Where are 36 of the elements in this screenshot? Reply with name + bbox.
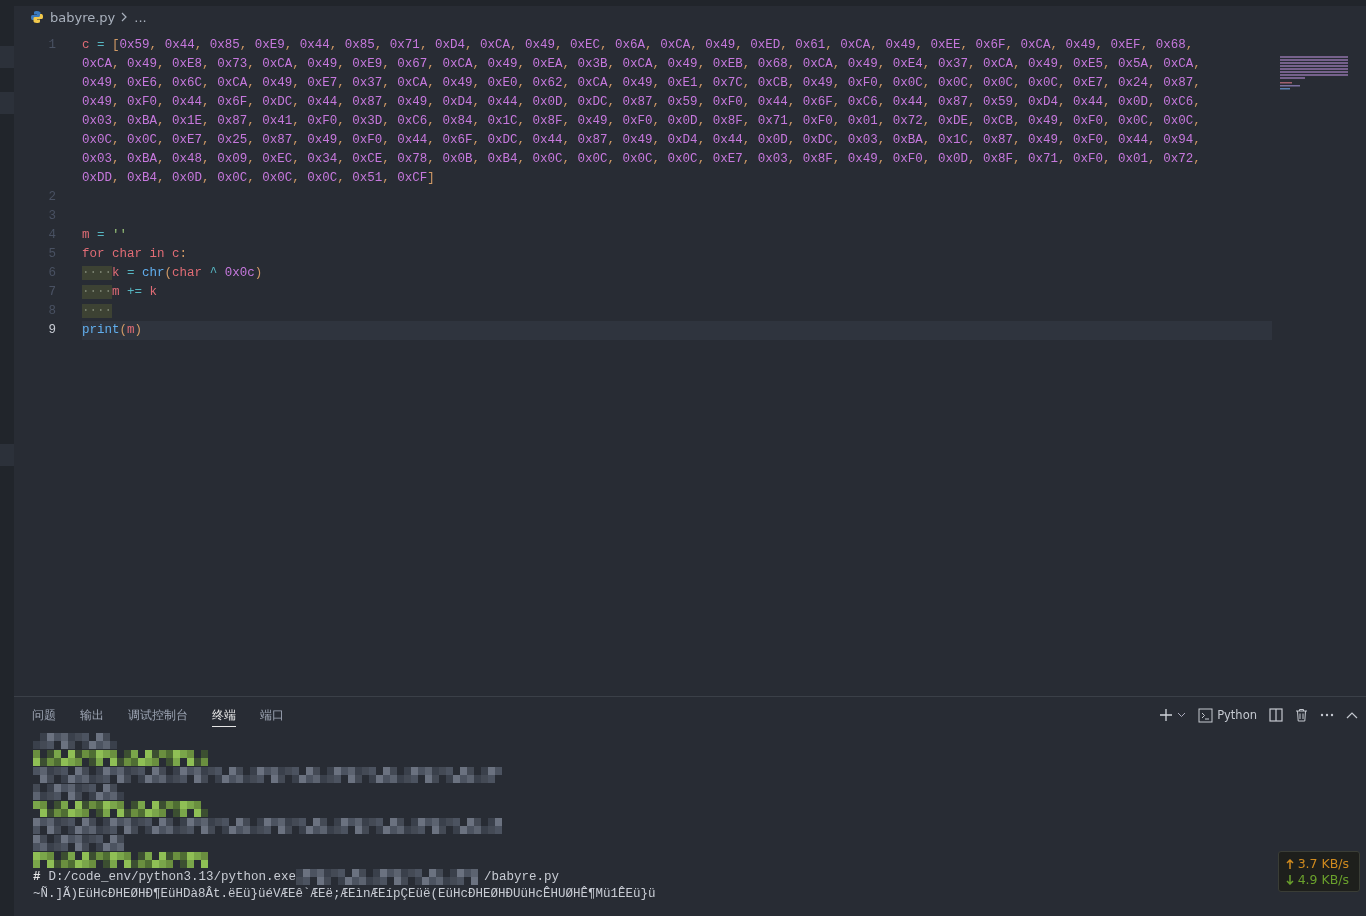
panel-tab[interactable]: 终端 (212, 703, 236, 727)
code-line: 0xCA, 0x49, 0xE8, 0x73, 0xCA, 0x49, 0xE9, 0x67, 0xCA, 0x49, 0xEA, 0x3B, 0xCA, 0x49, 0xEB, 0x68, 0xCA, 0x49, 0xE4, 0x37, 0xCA, 0x49, 0xE5, 0x5A, 0xCA, (82, 56, 1202, 73)
code-line: 0x03, 0xBA, 0x48, 0x09, 0xEC, 0x34, 0xCE, 0x78, 0x0B, 0xB4, 0x0C, 0x0C, 0x0C, 0x0C, 0xE7, 0x03, 0x8F, 0x49, 0xF0, 0x0D, 0x8F, 0x71, 0xF0, 0x01, 0x72, (82, 151, 1202, 168)
code-line: 0xDD, 0xB4, 0x0D, 0x0C, 0x0C, 0x0C, 0x51, 0xCF] (82, 170, 436, 187)
code-line: for char in c: (82, 246, 189, 263)
python-icon (30, 10, 44, 24)
breadcrumb-more[interactable]: ... (134, 9, 147, 25)
code-line: print(m) (82, 322, 144, 339)
code-line: ····k = chr(char ^ 0x0c) (82, 265, 264, 282)
code-line: 0x03, 0xBA, 0x1E, 0x87, 0x41, 0xF0, 0x3D, 0xC6, 0x84, 0x1C, 0x8F, 0x49, 0xF0, 0x0D, 0x8F, 0x71, 0xF0, 0x01, 0x72, 0xDE, 0xCB, 0x49, 0xF0, 0x0C, 0x0C, (82, 113, 1202, 130)
command-text: /babyre.py (484, 869, 560, 886)
code-line: ····m += k (82, 284, 159, 301)
chevron-right-icon (121, 12, 129, 22)
code-line: 0x49, 0xE6, 0x6C, 0xCA, 0x49, 0xE7, 0x37, 0xCA, 0x49, 0xE0, 0x62, 0xCA, 0x49, 0xE1, 0x7C, 0xCB, 0x49, 0xF0, 0x0C, 0x0C, 0x0C, 0x0C, 0xE7, 0x24, 0x87, (82, 75, 1202, 92)
code-line: 0x49, 0xF0, 0x44, 0x6F, 0xDC, 0x44, 0x87, 0x49, 0xD4, 0x44, 0x0D, 0xDC, 0x87, 0x59, 0xF0, 0x44, 0x6F, 0xC6, 0x44, 0x87, 0x59, 0xD4, 0x44, 0x0D, 0xC6, (82, 94, 1202, 111)
download-arrow-icon (1285, 874, 1294, 885)
code-line: 0x0C, 0x0C, 0xE7, 0x25, 0x87, 0x49, 0xF0, 0x44, 0x6F, 0xDC, 0x44, 0x87, 0x49, 0xD4, 0x44, 0x0D, 0xDC, 0x03, 0xBA, 0x1C, 0x87, 0x49, 0xF0, 0x44, 0x94, (82, 132, 1202, 149)
code-line: m = '' (82, 227, 129, 244)
plus-icon (1159, 708, 1174, 722)
download-speed: 4.9 KB/s (1297, 872, 1349, 887)
upload-speed: 3.7 KB/s (1297, 856, 1349, 871)
line-number: 9 (47, 322, 57, 339)
terminal-profile-button[interactable]: Python (1194, 705, 1261, 725)
panel-tab[interactable]: 端口 (260, 703, 284, 727)
terminal-icon (1198, 707, 1214, 723)
prompt-symbol: # (33, 869, 41, 886)
output-text: ~Ñ.]Ã)EüHcÐHEØHÐ¶EüHDà8Ât.ëEü}üéVÆEê`ÆEë;ÆEìnÆEípÇEüë(EüHcÐHEØHÐUüHcÊHUØHÊ¶Mü1ÊEü}ü (33, 886, 656, 903)
upload-arrow-icon (1285, 858, 1294, 869)
chevron-down-icon (1177, 712, 1187, 718)
panel-tab[interactable]: 调试控制台 (128, 703, 188, 727)
panel-tab[interactable]: 问题 (32, 703, 56, 727)
panel-tab[interactable]: 输出 (80, 703, 104, 727)
breadcrumb-file[interactable]: babyre.py (50, 9, 116, 25)
command-text: D:/code_env/python3.13/python.exe (48, 869, 297, 886)
minimap[interactable] (1280, 56, 1350, 90)
code-line: c = [0x59, 0x44, 0x85, 0xE9, 0x44, 0x85, 0x71, 0xD4, 0xCA, 0x49, 0xEC, 0x6A, 0xCA, 0x49, 0xED, 0x61, 0xCA, 0x49, 0xEE, 0x6F, 0xCA, 0x49, 0xEF, 0x68, (82, 37, 1195, 54)
